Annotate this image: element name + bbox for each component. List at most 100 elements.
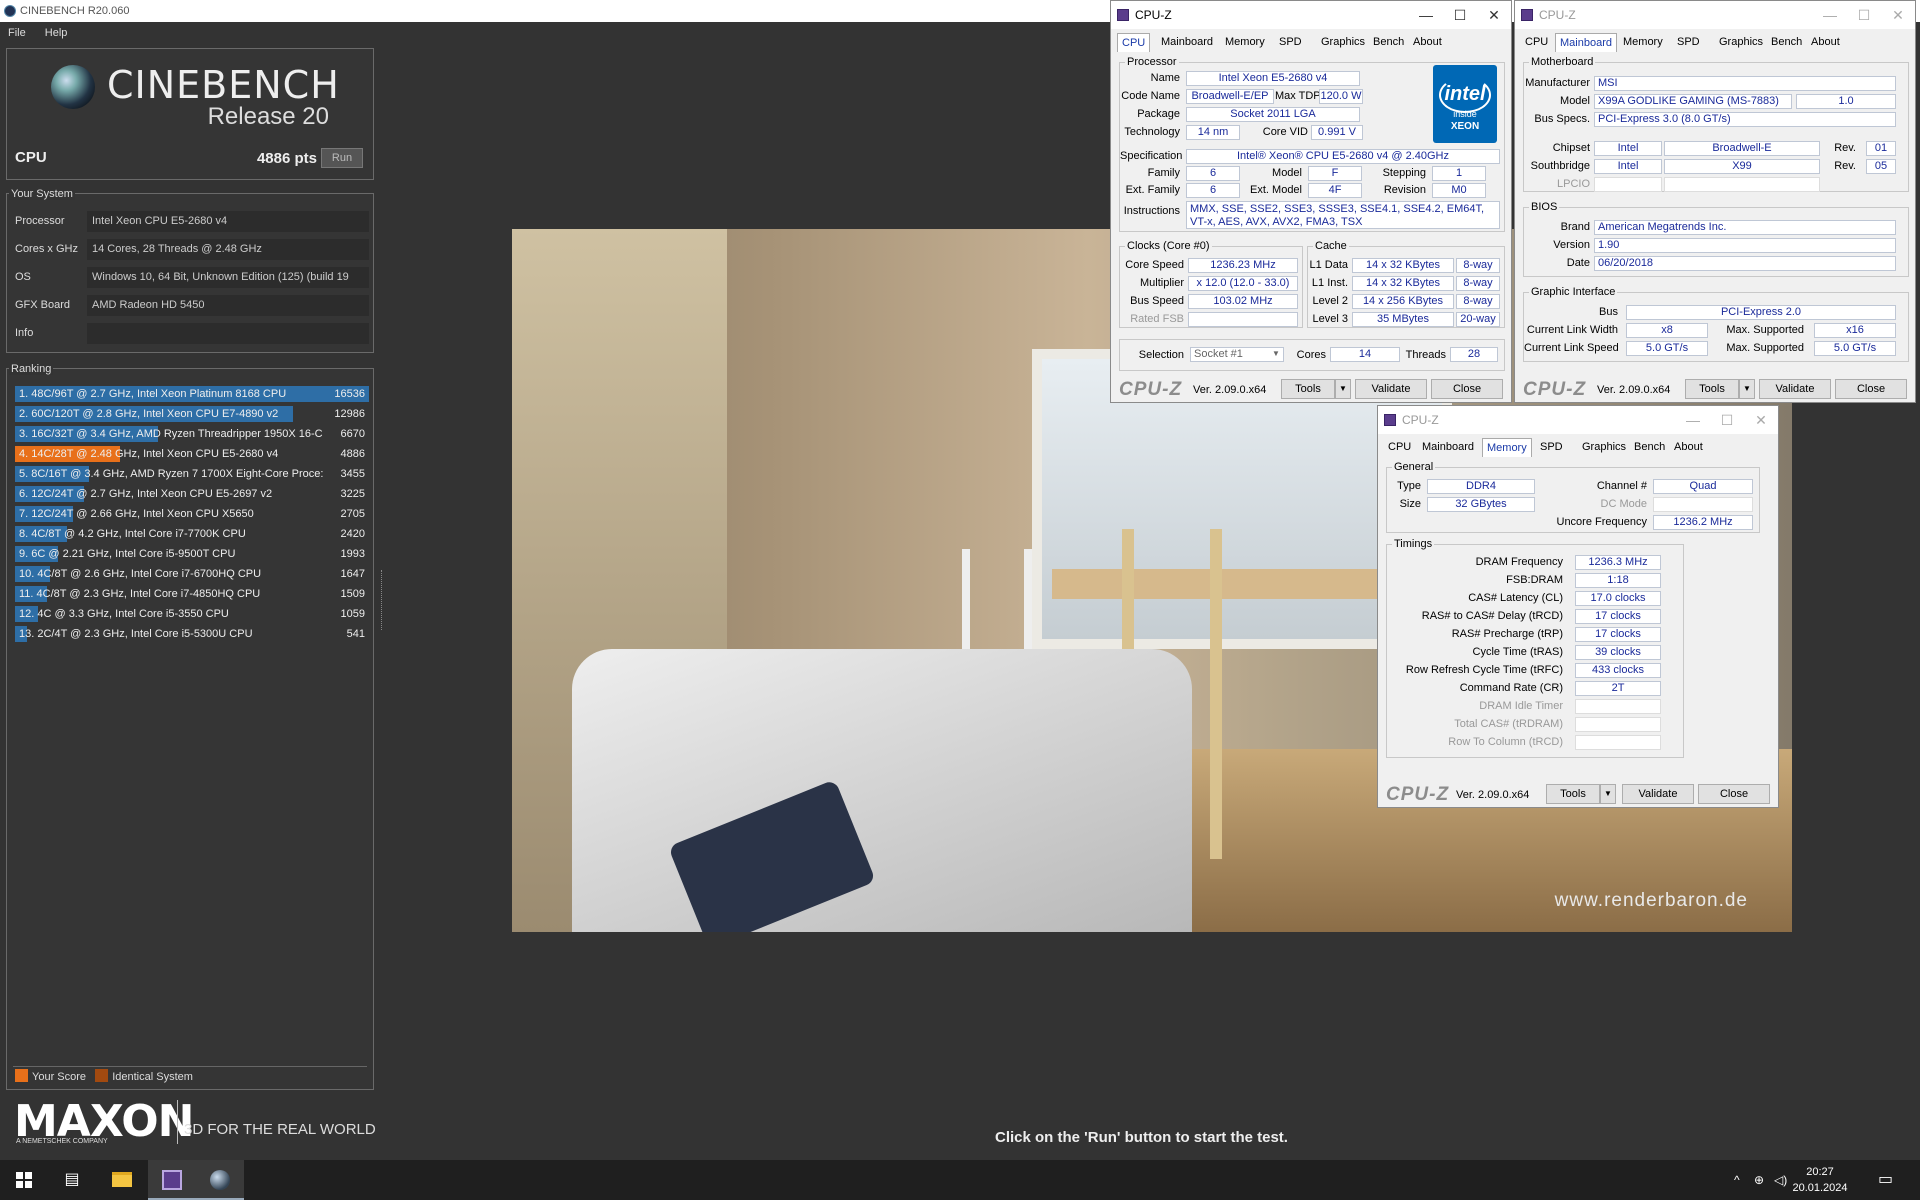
- tab-mainboard[interactable]: Mainboard: [1157, 33, 1217, 52]
- selection-dropdown[interactable]: Socket #1: [1190, 347, 1284, 362]
- lpcio-value: [1664, 177, 1820, 192]
- l2-label: Level 2: [1312, 295, 1348, 307]
- tab-spd[interactable]: SPD: [1673, 33, 1704, 52]
- chevron-down-icon[interactable]: ▼: [1272, 349, 1280, 358]
- ranking-row[interactable]: 9. 6C @ 2.21 GHz, Intel Core i5-9500T CP…: [15, 545, 369, 563]
- bios-group: BIOS Brand American Megatrends Inc. Vers…: [1523, 201, 1909, 277]
- ranking-label: 8. 4C/8T @ 4.2 GHz, Intel Core i7-7700K …: [19, 528, 246, 540]
- tab-mainboard[interactable]: Mainboard: [1418, 438, 1478, 457]
- tab-spd[interactable]: SPD: [1536, 438, 1567, 457]
- menu-file[interactable]: File: [0, 24, 34, 42]
- ranking-row[interactable]: 5. 8C/16T @ 3.4 GHz, AMD Ryzen 7 1700X E…: [15, 465, 369, 483]
- start-button[interactable]: [0, 1160, 48, 1200]
- ranking-row[interactable]: 10. 4C/8T @ 2.6 GHz, Intel Core i7-6700H…: [15, 565, 369, 583]
- tab-graphics[interactable]: Graphics: [1715, 33, 1767, 52]
- processor-group-title: Processor: [1125, 56, 1179, 68]
- cpuz-title: CPU-Z: [1402, 413, 1439, 427]
- busspeed-label: Bus Speed: [1130, 295, 1184, 307]
- tools-dropdown-icon[interactable]: ▼: [1335, 379, 1351, 399]
- processor-group: Processor Name Intel Xeon E5-2680 v4 Cod…: [1119, 56, 1505, 232]
- l1i-label: L1 Inst.: [1311, 277, 1348, 289]
- tools-dropdown-icon[interactable]: ▼: [1600, 784, 1616, 804]
- package-value: Socket 2011 LGA: [1186, 107, 1360, 122]
- sys-value[interactable]: 14 Cores, 28 Threads @ 2.48 GHz: [87, 239, 369, 260]
- tab-mainboard[interactable]: Mainboard: [1555, 33, 1617, 52]
- validate-button[interactable]: Validate: [1622, 784, 1694, 804]
- close-icon[interactable]: ✕: [1881, 1, 1915, 29]
- ranking-row[interactable]: 11. 4C/8T @ 2.3 GHz, Intel Core i7-4850H…: [15, 585, 369, 603]
- close-button[interactable]: Close: [1835, 379, 1907, 399]
- timing-value: 17 clocks: [1575, 609, 1661, 624]
- cpuz-taskbar-icon[interactable]: [148, 1160, 196, 1200]
- maximize-icon[interactable]: ☐: [1710, 406, 1744, 434]
- close-icon[interactable]: ✕: [1744, 406, 1778, 434]
- tab-memory[interactable]: Memory: [1619, 33, 1667, 52]
- validate-button[interactable]: Validate: [1759, 379, 1831, 399]
- sys-value[interactable]: AMD Radeon HD 5450: [87, 295, 369, 316]
- minimize-icon[interactable]: —: [1676, 406, 1710, 434]
- cpuz-title: CPU-Z: [1135, 8, 1172, 22]
- notification-icon[interactable]: ▭: [1878, 1160, 1893, 1200]
- maxon-tagline: 3D FOR THE REAL WORLD: [184, 1121, 376, 1138]
- manufacturer-label: Manufacturer: [1525, 77, 1590, 89]
- desktop: CINEBENCH R20.060 File Help CINEBENCH Re…: [0, 0, 1920, 1200]
- tab-bench[interactable]: Bench: [1767, 33, 1806, 52]
- tab-memory[interactable]: Memory: [1221, 33, 1269, 52]
- sys-value[interactable]: Windows 10, 64 Bit, Unknown Edition (125…: [87, 267, 369, 288]
- ranking-label: 3. 16C/32T @ 3.4 GHz, AMD Ryzen Threadri…: [19, 428, 323, 440]
- ranking-row[interactable]: 1. 48C/96T @ 2.7 GHz, Intel Xeon Platinu…: [15, 385, 369, 403]
- tools-button[interactable]: Tools: [1546, 784, 1600, 804]
- close-button[interactable]: Close: [1431, 379, 1503, 399]
- close-button[interactable]: Close: [1698, 784, 1770, 804]
- network-globe-icon[interactable]: ⊕: [1754, 1160, 1764, 1200]
- maximize-icon[interactable]: ☐: [1443, 1, 1477, 29]
- cinebench-taskbar-icon[interactable]: [196, 1160, 244, 1200]
- tab-bench[interactable]: Bench: [1630, 438, 1669, 457]
- sys-row-gfx: GFX Board AMD Radeon HD 5450: [15, 295, 371, 317]
- tab-about[interactable]: About: [1670, 438, 1707, 457]
- panel-splitter-handle[interactable]: [381, 570, 383, 630]
- ranking-row[interactable]: 2. 60C/120T @ 2.8 GHz, Intel Xeon CPU E7…: [15, 405, 369, 423]
- codename-label: Code Name: [1121, 90, 1180, 102]
- tab-cpu[interactable]: CPU: [1117, 33, 1151, 52]
- chevron-up-icon[interactable]: ^: [1734, 1160, 1740, 1200]
- sys-value[interactable]: Intel Xeon CPU E5-2680 v4: [87, 211, 369, 232]
- ranking-row[interactable]: 7. 12C/24T @ 2.66 GHz, Intel Xeon CPU X5…: [15, 505, 369, 523]
- minimize-icon[interactable]: —: [1813, 1, 1847, 29]
- ranking-score: 6670: [340, 428, 365, 440]
- tab-spd[interactable]: SPD: [1275, 33, 1306, 52]
- minimize-icon[interactable]: —: [1409, 1, 1443, 29]
- tab-cpu[interactable]: CPU: [1521, 33, 1552, 52]
- chipset-value: Broadwell-E: [1664, 141, 1820, 156]
- ranking-row[interactable]: 6. 12C/24T @ 2.7 GHz, Intel Xeon CPU E5-…: [15, 485, 369, 503]
- sys-value[interactable]: [87, 323, 369, 344]
- maximize-icon[interactable]: ☐: [1847, 1, 1881, 29]
- chipset-vendor: Intel: [1594, 141, 1662, 156]
- tab-cpu[interactable]: CPU: [1384, 438, 1415, 457]
- corevid-label: Core VID: [1262, 126, 1308, 138]
- cpuz-brand: CPU-Z: [1119, 379, 1183, 400]
- file-explorer-icon[interactable]: [98, 1160, 146, 1200]
- task-view-icon[interactable]: ▤: [48, 1160, 96, 1200]
- ranking-row[interactable]: 12. 4C @ 3.3 GHz, Intel Core i5-3550 CPU…: [15, 605, 369, 623]
- ranking-row[interactable]: 8. 4C/8T @ 4.2 GHz, Intel Core i7-7700K …: [15, 525, 369, 543]
- tab-memory[interactable]: Memory: [1482, 438, 1532, 457]
- menu-help[interactable]: Help: [37, 24, 76, 42]
- tab-graphics[interactable]: Graphics: [1317, 33, 1369, 52]
- tab-graphics[interactable]: Graphics: [1578, 438, 1630, 457]
- tools-dropdown-icon[interactable]: ▼: [1739, 379, 1755, 399]
- ranking-label: 7. 12C/24T @ 2.66 GHz, Intel Xeon CPU X5…: [19, 508, 254, 520]
- tab-about[interactable]: About: [1409, 33, 1446, 52]
- taskbar-clock[interactable]: 20:27 20.01.2024: [1780, 1164, 1860, 1196]
- tab-about[interactable]: About: [1807, 33, 1844, 52]
- close-icon[interactable]: ✕: [1477, 1, 1511, 29]
- tab-bench[interactable]: Bench: [1369, 33, 1408, 52]
- ranking-row[interactable]: 3. 16C/32T @ 3.4 GHz, AMD Ryzen Threadri…: [15, 425, 369, 443]
- run-button[interactable]: Run: [321, 148, 363, 168]
- validate-button[interactable]: Validate: [1355, 379, 1427, 399]
- ranking-row[interactable]: 13. 2C/4T @ 2.3 GHz, Intel Core i5-5300U…: [15, 625, 369, 643]
- ranking-row[interactable]: 4. 14C/28T @ 2.48 GHz, Intel Xeon CPU E5…: [15, 445, 369, 463]
- tools-button[interactable]: Tools: [1685, 379, 1739, 399]
- l3-value: 35 MBytes: [1352, 312, 1454, 327]
- tools-button[interactable]: Tools: [1281, 379, 1335, 399]
